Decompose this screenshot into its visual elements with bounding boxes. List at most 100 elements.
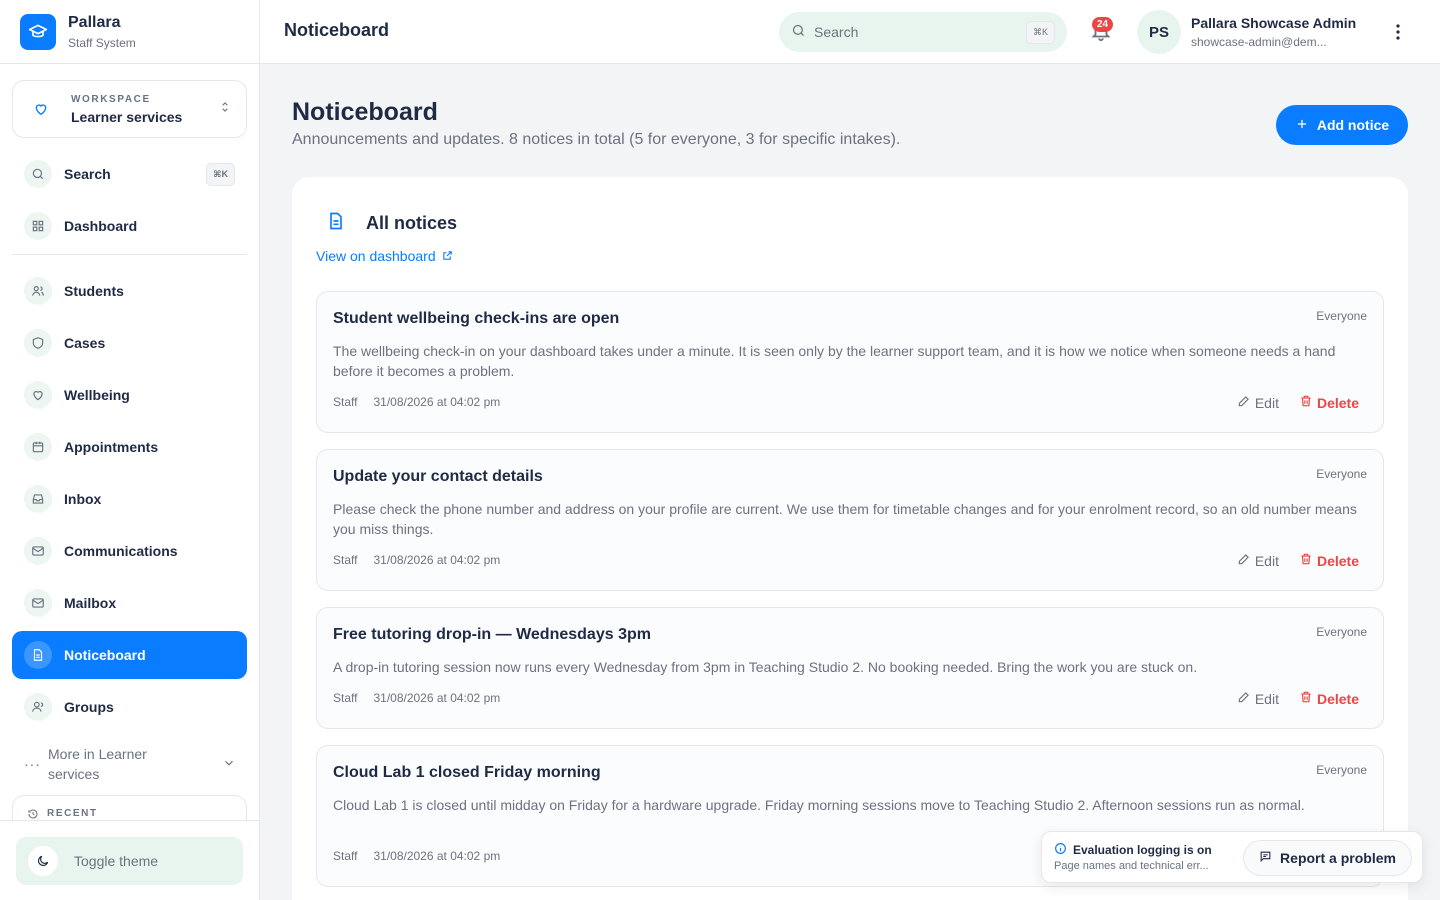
mail-icon xyxy=(24,589,52,617)
document-icon xyxy=(326,211,346,236)
notice-item: Free tutoring drop-in — Wednesdays 3pm E… xyxy=(316,607,1384,729)
trash-icon xyxy=(1299,394,1313,411)
more-label: More in Learner services xyxy=(48,746,147,782)
notice-body: Cloud Lab 1 is closed until midday on Fr… xyxy=(333,797,1305,813)
edit-label: Edit xyxy=(1254,394,1279,411)
sidebar-item-search[interactable]: Search ⌘K xyxy=(12,150,247,198)
toast-title: Evaluation logging is on xyxy=(1073,843,1212,857)
sidebar-divider xyxy=(12,254,247,255)
notice-audience: Everyone xyxy=(1316,467,1367,481)
search-placeholder: Search xyxy=(814,24,859,40)
notice-audience: Everyone xyxy=(1316,625,1367,639)
edit-button[interactable]: Edit xyxy=(1237,552,1279,569)
workspace-name: Learner services xyxy=(71,108,183,125)
inbox-icon xyxy=(24,485,52,513)
users-icon xyxy=(24,277,52,305)
shortcut-badge: ⌘K xyxy=(1025,20,1055,44)
sidebar-item-label: Communications xyxy=(64,543,178,559)
notice-meta: Staff 31/08/2026 at 04:02 pm xyxy=(333,553,500,567)
report-problem-button[interactable]: Report a problem xyxy=(1243,840,1412,876)
notice-meta: Staff 31/08/2026 at 04:02 pm xyxy=(333,395,500,409)
user-name: Pallara Showcase Admin xyxy=(1191,15,1357,31)
chevron-up-down-icon xyxy=(218,100,232,119)
topbar-title: Noticeboard xyxy=(284,20,390,40)
toggle-theme-button[interactable]: Toggle theme xyxy=(16,837,243,885)
notice-actions: Edit Delete xyxy=(1237,690,1359,707)
sidebar-item-wellbeing[interactable]: Wellbeing xyxy=(12,371,247,419)
sidebar-footer: Toggle theme xyxy=(0,820,259,900)
sidebar-item-groups[interactable]: Groups xyxy=(12,683,247,731)
external-link-icon xyxy=(442,248,453,264)
sidebar-item-mailbox[interactable]: Mailbox xyxy=(12,579,247,627)
sidebar-item-inbox[interactable]: Inbox xyxy=(12,475,247,523)
sidebar-item-label: Search xyxy=(64,166,111,182)
chevron-down-icon xyxy=(222,756,236,773)
card-title: All notices xyxy=(366,213,458,233)
delete-button[interactable]: Delete xyxy=(1299,552,1359,569)
sidebar-item-label: Wellbeing xyxy=(64,387,130,403)
notice-author: Staff xyxy=(333,691,358,705)
topbar: Noticeboard Search ⌘K 24 PS Pallara Show… xyxy=(260,0,1440,64)
report-problem-label: Report a problem xyxy=(1280,850,1396,866)
sidebar-item-label: Mailbox xyxy=(64,595,117,611)
notice-actions: Edit Delete xyxy=(1237,552,1359,569)
edit-label: Edit xyxy=(1254,552,1279,569)
sidebar-item-label: Groups xyxy=(64,699,114,715)
search-input[interactable]: Search ⌘K xyxy=(779,12,1067,52)
notice-author: Staff xyxy=(333,553,358,567)
notice-title: Free tutoring drop-in — Wednesdays 3pm xyxy=(333,626,651,643)
add-notice-button[interactable]: Add notice xyxy=(1276,105,1408,145)
notice-audience: Everyone xyxy=(1316,763,1367,777)
notice-actions: Edit Delete xyxy=(1237,394,1359,411)
page-description: Announcements and updates. 8 notices in … xyxy=(292,131,901,148)
toast-title-row: Evaluation logging is on xyxy=(1054,842,1212,858)
sidebar-item-dashboard[interactable]: Dashboard xyxy=(12,202,247,250)
search-icon xyxy=(24,160,52,188)
delete-label: Delete xyxy=(1316,552,1359,569)
pencil-icon xyxy=(1237,690,1251,707)
view-link-label: View on dashboard xyxy=(316,248,436,264)
notice-date: 31/08/2026 at 04:02 pm xyxy=(373,395,501,409)
more-vertical-icon[interactable] xyxy=(1388,22,1408,42)
notice-title: Update your contact details xyxy=(333,468,543,485)
grid-icon xyxy=(24,212,52,240)
sidebar-item-students[interactable]: Students xyxy=(12,267,247,315)
sidebar: Pallara Staff System WORKSPACE Learner s… xyxy=(0,0,260,900)
plus-icon xyxy=(1295,117,1309,134)
sidebar-item-cases[interactable]: Cases xyxy=(12,319,247,367)
toggle-theme-label: Toggle theme xyxy=(74,853,159,869)
sidebar-item-noticeboard[interactable]: Noticeboard xyxy=(12,631,247,679)
brand-subtitle: Staff System xyxy=(68,35,136,50)
card-header: All notices xyxy=(326,211,457,236)
edit-button[interactable]: Edit xyxy=(1237,394,1279,411)
sidebar-item-appointments[interactable]: Appointments xyxy=(12,423,247,471)
recent-section: RECENT xyxy=(12,795,247,821)
delete-button[interactable]: Delete xyxy=(1299,394,1359,411)
notice-body: A drop-in tutoring session now runs ever… xyxy=(333,659,1198,675)
user-icon xyxy=(24,693,52,721)
notice-author: Staff xyxy=(333,849,358,863)
sidebar-item-label: Students xyxy=(64,283,124,299)
notification-count-badge: 24 xyxy=(1092,17,1114,32)
delete-button[interactable]: Delete xyxy=(1299,690,1359,707)
edit-button[interactable]: Edit xyxy=(1237,690,1279,707)
sidebar-item-label: Noticeboard xyxy=(64,647,146,663)
notice-meta: Staff 31/08/2026 at 04:02 pm xyxy=(333,691,500,705)
more-section-toggle[interactable]: ··· More in Learner services xyxy=(24,744,244,784)
avatar[interactable]: PS xyxy=(1137,10,1181,54)
notice-audience: Everyone xyxy=(1316,309,1367,323)
moon-icon xyxy=(28,846,58,876)
view-on-dashboard-link[interactable]: View on dashboard xyxy=(316,248,453,264)
notice-body: The wellbeing check-in on your dashboard… xyxy=(333,343,1336,379)
sidebar-item-label: Inbox xyxy=(64,491,102,507)
graduation-cap-icon xyxy=(20,13,56,50)
trash-icon xyxy=(1299,690,1313,707)
workspace-switcher[interactable]: WORKSPACE Learner services xyxy=(12,80,247,138)
ellipsis-icon: ··· xyxy=(24,756,41,772)
shield-icon xyxy=(24,329,52,357)
sidebar-item-communications[interactable]: Communications xyxy=(12,527,247,575)
search-icon xyxy=(791,23,806,41)
notice-date: 31/08/2026 at 04:02 pm xyxy=(373,691,501,705)
edit-label: Edit xyxy=(1254,690,1279,707)
notice-meta: Staff 31/08/2026 at 04:02 pm xyxy=(333,849,500,863)
